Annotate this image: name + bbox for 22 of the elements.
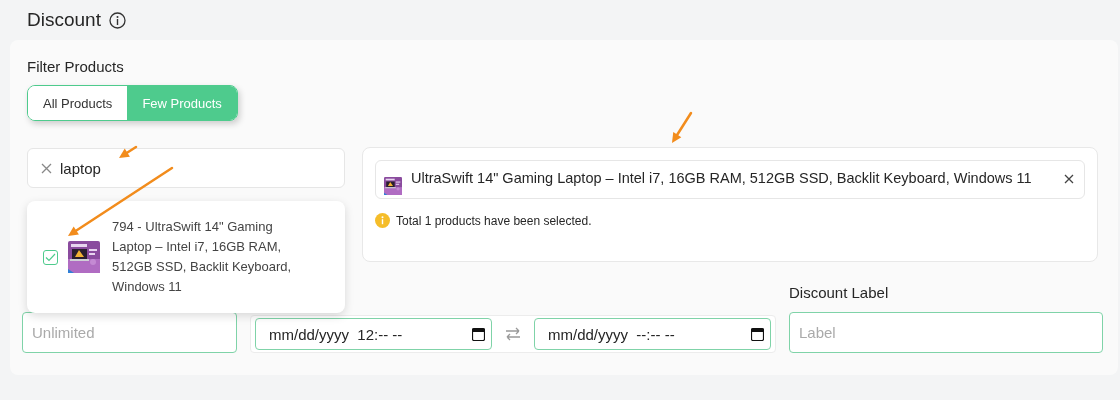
calendar-icon[interactable] [751, 327, 764, 341]
search-field[interactable]: laptop [27, 148, 345, 188]
product-option[interactable]: 794 - UltraSwift 14" Gaming Laptop – Intel i7, 16GB RAM, 512GB SSD, Backlit Keyboard, Windows 11 [112, 217, 302, 297]
selection-note: Total 1 products have been selected. [396, 213, 592, 228]
info-icon [375, 213, 390, 228]
remove-button[interactable] [1064, 174, 1074, 184]
annotation-arrow [119, 145, 138, 158]
info-icon[interactable] [108, 11, 126, 29]
swap-icon [504, 326, 522, 342]
annotation-arrow [672, 111, 693, 143]
end-date-field[interactable]: mm/dd/yyyy --:-- -- [534, 318, 771, 350]
filter-label: Filter Products [27, 58, 125, 75]
discount-label-field[interactable]: Label [789, 312, 1103, 353]
clear-icon[interactable] [41, 162, 52, 174]
discount-label-label: Discount Label [789, 284, 890, 302]
start-date-field[interactable]: mm/dd/yyyy 12:-- -- [255, 318, 492, 350]
checkbox[interactable] [43, 249, 58, 265]
section-title: Discount [27, 9, 101, 31]
usage-field[interactable]: Unlimited [22, 312, 237, 353]
filter-option[interactable]: All Products [28, 86, 128, 120]
calendar-icon[interactable] [472, 327, 485, 341]
product-name: UltraSwift 14" Gaming Laptop – Intel i7, 16GB RAM, 512GB SSD, Backlit Keyboard, Windows 11 [411, 169, 1033, 188]
